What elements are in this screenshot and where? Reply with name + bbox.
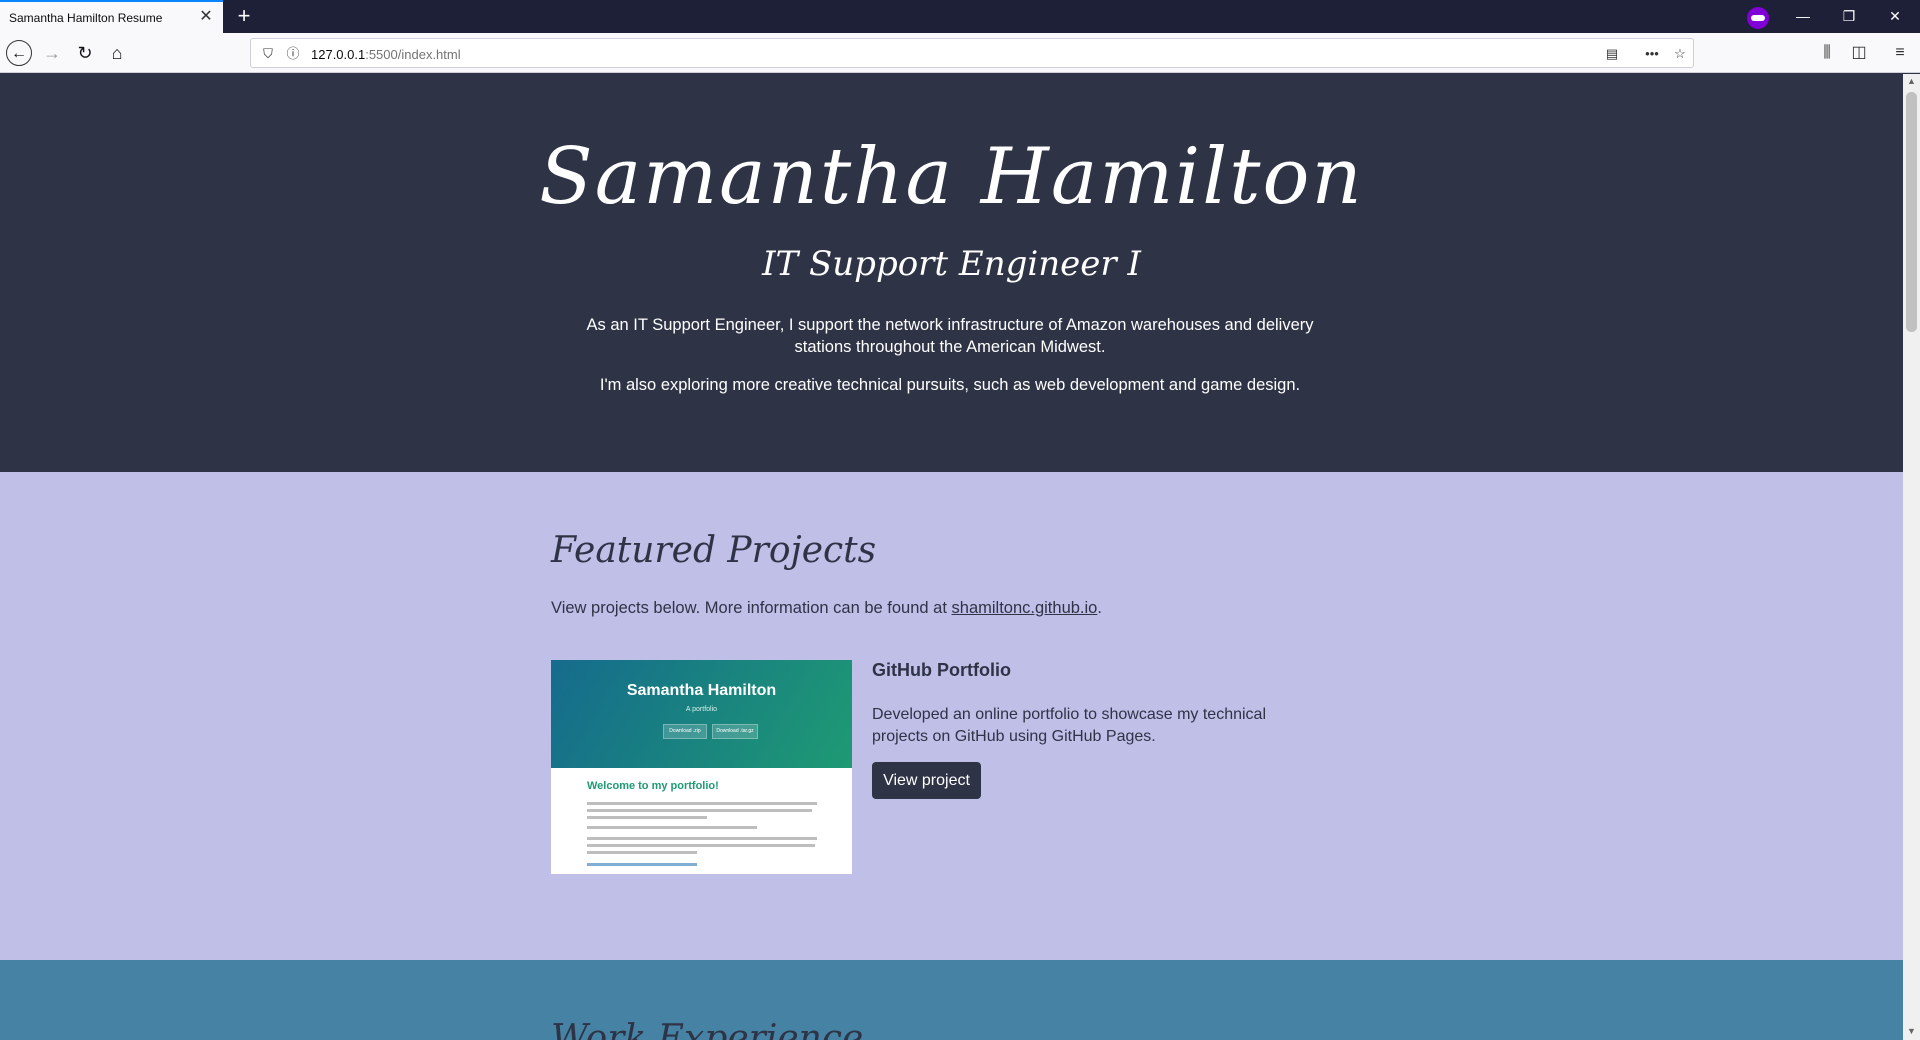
url-bar[interactable]: ⛉ ⓘ 127.0.0.1:5500/index.html ▤ ••• ☆: [250, 38, 1694, 68]
project-description: Developed an online portfolio to showcas…: [872, 706, 1267, 745]
thumbnail-text-line: [587, 826, 757, 829]
shield-icon[interactable]: ⛉: [259, 45, 277, 63]
view-project-button[interactable]: View project: [872, 762, 981, 799]
thumbnail-text-line: [587, 816, 707, 819]
thumbnail-name: Samantha Hamilton: [626, 682, 777, 699]
projects-intro-text: View projects below. More information ca…: [551, 599, 952, 617]
page-viewport: Samantha Hamilton IT Support Engineer I …: [0, 74, 1903, 1040]
url-host: 127.0.0.1: [311, 47, 366, 62]
thumbnail-text-line: [587, 837, 817, 840]
hero-job-title: IT Support Engineer I: [762, 244, 1141, 284]
featured-projects-section: Featured Projects View projects below. M…: [0, 472, 1903, 960]
sidebar-icon[interactable]: ◫: [1846, 40, 1872, 66]
hero-paragraph-1: As an IT Support Engineer, I support the…: [586, 316, 1314, 356]
forward-arrow-icon[interactable]: →: [39, 40, 65, 66]
info-icon[interactable]: ⓘ: [284, 45, 302, 63]
browser-nav-bar: ← → ↻ ⌂ ⛉ ⓘ 127.0.0.1:5500/index.html ▤ …: [0, 33, 1920, 73]
hero-name: Samantha Hamilton: [539, 132, 1364, 222]
thumbnail-header: Samantha Hamilton A portfolio Download .…: [551, 660, 852, 768]
thumbnail-subtitle: A portfolio: [685, 706, 718, 713]
thumbnail-text-line: [587, 851, 697, 854]
home-icon[interactable]: ⌂: [104, 40, 130, 66]
tab-title: Samantha Hamilton Resume: [9, 11, 163, 25]
tab-close-icon[interactable]: ✕: [197, 8, 215, 26]
minimize-button[interactable]: —: [1780, 0, 1826, 33]
projects-heading: Featured Projects: [551, 530, 877, 571]
url-text[interactable]: 127.0.0.1:5500/index.html: [311, 47, 461, 62]
scroll-down-arrow-icon[interactable]: ▼: [1906, 1026, 1917, 1038]
private-browsing-icon: [1747, 7, 1769, 29]
thumbnail-welcome: Welcome to my portfolio!: [587, 780, 719, 792]
url-path: :5500/index.html: [365, 47, 461, 62]
scroll-up-arrow-icon[interactable]: ▲: [1906, 76, 1917, 88]
back-arrow-icon[interactable]: ←: [6, 40, 32, 66]
thumbnail-download-zip: Download .zip: [663, 724, 707, 739]
scrollbar-thumb[interactable]: [1906, 92, 1917, 332]
work-experience-section: Work Experience: [0, 960, 1903, 1040]
thumbnail-text-line: [587, 844, 815, 847]
portfolio-link[interactable]: shamiltonc.github.io: [952, 599, 1098, 617]
close-window-button[interactable]: ✕: [1872, 0, 1918, 33]
projects-intro: View projects below. More information ca…: [551, 599, 1102, 618]
work-heading: Work Experience: [551, 1018, 864, 1040]
browser-title-bar: Samantha Hamilton Resume ✕ + — ❐ ✕: [0, 0, 1920, 33]
project-title: GitHub Portfolio: [872, 660, 1011, 680]
thumbnail-text-line: [587, 809, 812, 812]
menu-icon[interactable]: ≡: [1887, 40, 1913, 66]
reload-icon[interactable]: ↻: [72, 40, 98, 66]
hero-paragraph-2: I'm also exploring more creative technic…: [599, 376, 1301, 394]
project-thumbnail: Samantha Hamilton A portfolio Download .…: [551, 660, 852, 874]
thumbnail-download-tar: Download .tar.gz: [712, 724, 758, 739]
bookmark-star-icon[interactable]: ☆: [1671, 45, 1689, 63]
library-icon[interactable]: ⫼: [1814, 40, 1840, 66]
projects-intro-end: .: [1097, 599, 1102, 617]
browser-tab[interactable]: Samantha Hamilton Resume ✕: [0, 0, 223, 33]
hero-section: Samantha Hamilton IT Support Engineer I …: [0, 74, 1903, 472]
new-tab-button[interactable]: +: [232, 5, 256, 29]
reader-view-icon[interactable]: ▤: [1603, 45, 1621, 63]
restore-button[interactable]: ❐: [1826, 0, 1872, 33]
thumbnail-text-line: [587, 863, 697, 866]
thumbnail-text-line: [587, 802, 817, 805]
page-scrollbar[interactable]: ▲ ▼: [1903, 74, 1920, 1040]
page-actions-icon[interactable]: •••: [1643, 45, 1661, 63]
